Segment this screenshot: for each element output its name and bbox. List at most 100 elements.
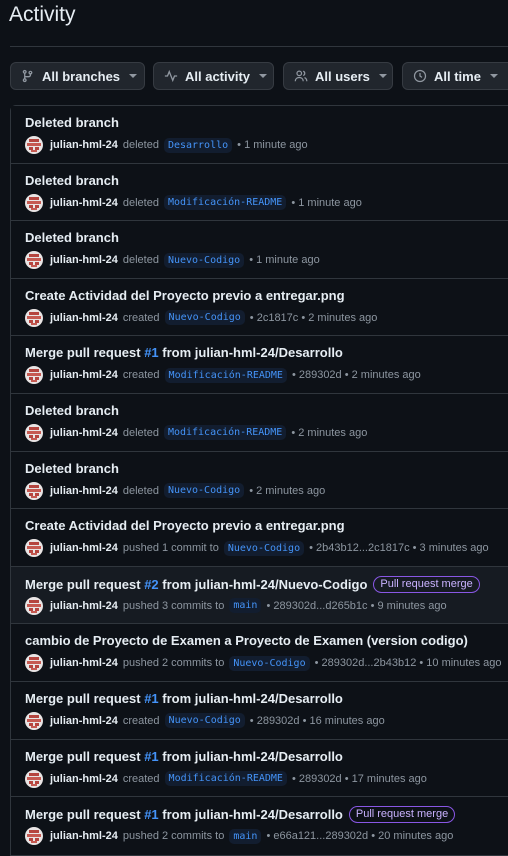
activity-list: Deleted branch julian-hml-24 deleted Desarr… — [10, 105, 508, 856]
pull-request-link[interactable]: #1 — [144, 749, 158, 764]
row-meta: julian-hml-24 pushed 2 commits to Nuevo-Co… — [25, 654, 502, 673]
time-filter-label: All time — [434, 68, 481, 84]
username-link[interactable]: julian-hml-24 — [50, 427, 118, 439]
username-link[interactable]: julian-hml-24 — [50, 197, 118, 209]
avatar[interactable] — [25, 596, 43, 615]
username-link[interactable]: julian-hml-24 — [50, 600, 118, 612]
avatar[interactable] — [25, 251, 43, 270]
time-text: • 2 minutes ago — [249, 484, 326, 497]
activity-row[interactable]: Merge pull request #2 from julian-hml-24… — [11, 566, 508, 625]
row-title[interactable]: Create Actividad del Proyecto previo a e… — [25, 518, 345, 533]
row-title-text: Create Actividad del Proyecto previo a e… — [25, 287, 345, 303]
row-title[interactable]: Deleted branch — [25, 461, 119, 476]
avatar[interactable] — [25, 423, 43, 442]
chevron-down-icon — [489, 74, 498, 78]
row-title[interactable]: Create Actividad del Proyecto previo a e… — [25, 288, 345, 303]
activity-row[interactable]: cambio de Proyecto de Examen a Proyecto … — [11, 624, 508, 682]
activity-row[interactable]: Deleted branch julian-hml-24 deleted Nuevo-… — [11, 451, 508, 510]
username-link[interactable]: julian-hml-24 — [50, 369, 118, 381]
time-filter-button[interactable]: All time — [402, 62, 508, 90]
branch-label[interactable]: main — [229, 828, 262, 844]
avatar[interactable] — [25, 654, 43, 673]
row-title-text: Create Actividad del Proyecto previo a e… — [25, 518, 345, 534]
avatar[interactable] — [25, 481, 43, 500]
row-title-text: Deleted branch — [25, 172, 119, 188]
branch-label[interactable]: Nuevo-Codigo — [164, 310, 245, 326]
branch-label[interactable]: Nuevo-Codigo — [163, 483, 245, 499]
row-title[interactable]: Deleted branch — [25, 403, 119, 418]
username-link[interactable]: julian-hml-24 — [50, 139, 118, 151]
avatar[interactable] — [25, 827, 43, 846]
action-text: deleted — [122, 426, 159, 439]
activity-row[interactable]: Deleted branch julian-hml-24 deleted Nuevo-… — [11, 221, 508, 279]
row-title-prefix: Merge pull request — [25, 748, 145, 764]
users-filter-label: All users — [315, 68, 370, 84]
row-title-text: cambio de Proyecto de Examen a Proyecto … — [25, 633, 468, 649]
action-text: pushed 3 commits to — [122, 599, 225, 612]
activity-row[interactable]: Deleted branch julian-hml-24 deleted Modifi… — [11, 163, 508, 222]
username-link[interactable]: julian-hml-24 — [50, 657, 118, 669]
branch-label[interactable]: Nuevo-Codigo — [229, 655, 310, 671]
avatar[interactable] — [25, 136, 43, 154]
branch-label[interactable]: Modificación-README — [163, 195, 287, 211]
activity-filter-button[interactable]: All activity — [153, 62, 274, 90]
username-link[interactable]: julian-hml-24 — [50, 485, 118, 497]
activity-row[interactable]: Merge pull request #1 from julian-hml-24… — [11, 797, 508, 855]
time-text: • 289302d • 16 minutes ago — [249, 714, 385, 727]
username-link[interactable]: julian-hml-24 — [50, 830, 118, 842]
row-title[interactable]: Merge pull request #1 from julian-hml-24… — [25, 806, 456, 824]
activity-row[interactable]: Merge pull request #1 from julian-hml-24… — [11, 739, 508, 798]
row-title[interactable]: cambio de Proyecto de Examen a Proyecto … — [25, 633, 468, 648]
row-title[interactable]: Deleted branch — [25, 115, 119, 130]
branch-label[interactable]: Modificación-README — [163, 425, 287, 441]
branch-icon — [22, 69, 33, 83]
branch-label[interactable]: Modificación-README — [164, 367, 287, 383]
username-link[interactable]: julian-hml-24 — [50, 254, 118, 266]
avatar[interactable] — [25, 366, 43, 385]
pull-request-link[interactable]: #1 — [144, 691, 158, 706]
row-meta: julian-hml-24 pushed 3 commits to main • 28… — [25, 596, 447, 615]
row-meta: julian-hml-24 deleted Nuevo-Codigo • 2 minu… — [25, 481, 326, 500]
branch-label[interactable]: Nuevo-Codigo — [164, 713, 245, 729]
row-title[interactable]: Merge pull request #1 from julian-hml-24… — [25, 691, 343, 706]
row-title[interactable]: Merge pull request #2 from julian-hml-24… — [25, 575, 480, 593]
avatar[interactable] — [25, 539, 43, 558]
avatar[interactable] — [25, 193, 43, 212]
pull-request-link[interactable]: #1 — [144, 807, 158, 822]
username-link[interactable]: julian-hml-24 — [50, 542, 118, 554]
avatar[interactable] — [25, 769, 43, 788]
row-title-text: Deleted branch — [25, 402, 119, 418]
activity-row[interactable]: Deleted branch julian-hml-24 deleted Desarr… — [11, 106, 508, 164]
activity-row[interactable]: Merge pull request #1 from julian-hml-24… — [11, 336, 508, 394]
branch-label[interactable]: Modificación-README — [164, 771, 287, 787]
row-title-suffix: from julian-hml-24/Desarrollo — [158, 748, 343, 764]
username-link[interactable]: julian-hml-24 — [50, 312, 118, 324]
branch-label[interactable]: main — [229, 598, 262, 614]
pull-request-link[interactable]: #2 — [144, 577, 158, 592]
branch-label[interactable]: Desarrollo — [163, 137, 233, 153]
row-title[interactable]: Deleted branch — [25, 173, 119, 188]
pulse-icon — [164, 69, 178, 83]
activity-filter-label: All activity — [185, 68, 251, 84]
pull-request-link[interactable]: #1 — [144, 345, 158, 360]
action-text: pushed 2 commits to — [122, 657, 225, 670]
branch-label[interactable]: Nuevo-Codigo — [163, 252, 245, 268]
row-title[interactable]: Deleted branch — [25, 230, 119, 245]
row-meta: julian-hml-24 created Nuevo-Codigo • 2c1817… — [25, 308, 377, 327]
username-link[interactable]: julian-hml-24 — [50, 715, 118, 727]
branch-label[interactable]: Nuevo-Codigo — [223, 540, 305, 556]
row-title-suffix: from julian-hml-24/Desarrollo — [158, 807, 343, 823]
activity-row[interactable]: Merge pull request #1 from julian-hml-24… — [11, 681, 508, 740]
pull-request-merge-badge: Pull request merge — [373, 575, 480, 593]
avatar[interactable] — [25, 711, 43, 730]
branches-filter-button[interactable]: All branches — [10, 62, 145, 90]
username-link[interactable]: julian-hml-24 — [50, 773, 118, 785]
time-text: • 1 minute ago — [249, 254, 320, 267]
activity-row[interactable]: Deleted branch julian-hml-24 deleted Modifi… — [11, 393, 508, 452]
activity-row[interactable]: Create Actividad del Proyecto previo a e… — [11, 278, 508, 337]
row-title[interactable]: Merge pull request #1 from julian-hml-24… — [25, 749, 343, 764]
users-filter-button[interactable]: All users — [283, 62, 393, 90]
avatar[interactable] — [25, 308, 43, 327]
row-title[interactable]: Merge pull request #1 from julian-hml-24… — [25, 345, 343, 360]
activity-row[interactable]: Create Actividad del Proyecto previo a e… — [11, 509, 508, 567]
